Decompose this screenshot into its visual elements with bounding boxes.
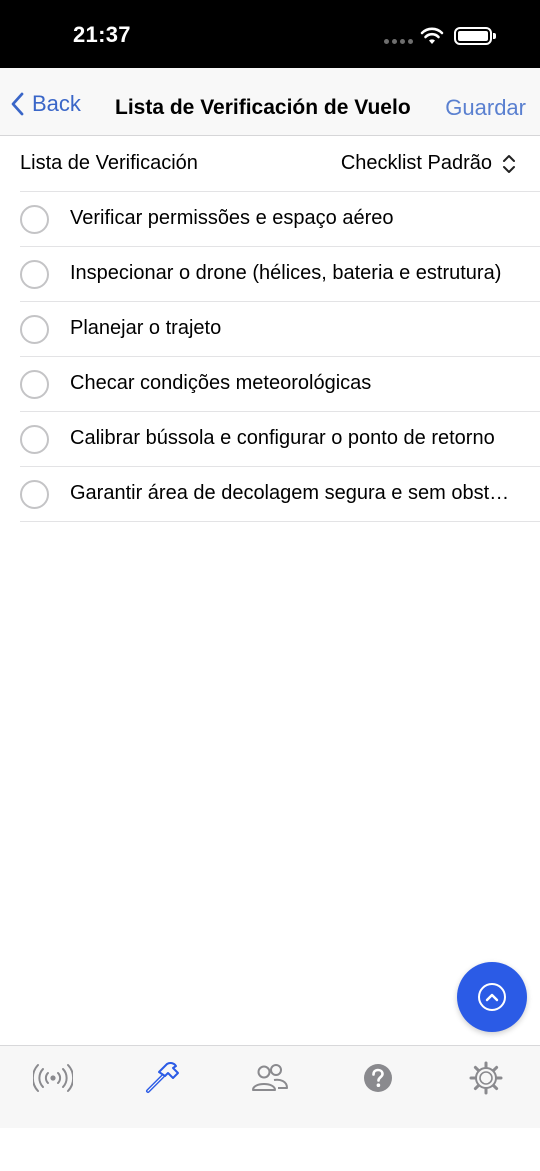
gear-icon — [469, 1061, 503, 1095]
checklist-item-text: Verificar permissões e espaço aéreo — [70, 207, 394, 229]
scroll-to-top-button[interactable] — [457, 962, 527, 1032]
checkbox-circle-icon[interactable] — [20, 425, 49, 454]
chevron-up-down-icon — [503, 154, 515, 173]
checklist-picker-value: Checklist Padrão — [340, 152, 492, 174]
checkbox-circle-icon[interactable] — [20, 260, 49, 289]
tab-broadcast[interactable] — [31, 1060, 75, 1096]
broadcast-icon — [33, 1064, 73, 1092]
checklist-item-text: Inspecionar o drone (hélices, bateria e … — [70, 262, 502, 284]
chevron-up-icon — [478, 983, 506, 1011]
back-label: Back — [32, 91, 81, 116]
checklist-item[interactable]: Checar condições meteorológicas — [20, 357, 540, 412]
checklist-item-text: Garantir área de decolagem segura e sem … — [70, 482, 520, 504]
tab-bar — [0, 1045, 540, 1128]
status-time: 21:37 — [73, 22, 131, 47]
checkbox-circle-icon[interactable] — [20, 315, 49, 344]
hammer-icon — [146, 1061, 179, 1093]
checklist-item[interactable]: Calibrar bússola e configurar o ponto de… — [20, 412, 540, 467]
page-title: Lista de Verificación de Vuelo — [115, 96, 411, 119]
chevron-left-icon — [11, 92, 24, 116]
help-icon — [364, 1064, 392, 1092]
home-indicator-area — [0, 1128, 540, 1171]
checklist-item[interactable]: Inspecionar o drone (hélices, bateria e … — [20, 247, 540, 302]
checklist: Verificar permissões e espaço aéreo Insp… — [20, 192, 540, 522]
tab-settings[interactable] — [464, 1060, 508, 1096]
checklist-item[interactable]: Garantir área de decolagem segura e sem … — [20, 467, 540, 522]
checklist-item[interactable]: Planejar o trajeto — [20, 302, 540, 357]
checkbox-circle-icon[interactable] — [20, 370, 49, 399]
battery-icon — [454, 27, 496, 45]
checklist-item-text: Planejar o trajeto — [70, 317, 222, 339]
checkbox-circle-icon[interactable] — [20, 205, 49, 234]
people-icon — [252, 1064, 288, 1091]
signal-dots-icon — [384, 39, 413, 45]
tab-people[interactable] — [248, 1060, 292, 1096]
checklist-selector-label: Lista de Verificación — [20, 152, 198, 174]
tab-tools[interactable] — [140, 1060, 184, 1096]
navigation-bar: Back Lista de Verificación de Vuelo Guar… — [0, 68, 540, 136]
tab-help[interactable] — [356, 1060, 400, 1096]
checklist-item-text: Checar condições meteorológicas — [70, 372, 372, 394]
status-bar: 21:37 — [0, 0, 540, 68]
save-button[interactable]: Guardar — [445, 95, 526, 121]
wifi-icon — [420, 27, 444, 44]
checklist-item[interactable]: Verificar permissões e espaço aéreo — [20, 192, 540, 247]
checkbox-circle-icon[interactable] — [20, 480, 49, 509]
checklist-item-text: Calibrar bússola e configurar o ponto de… — [70, 427, 495, 449]
back-button[interactable]: Back — [10, 90, 81, 118]
checklist-picker[interactable]: Checklist Padrão — [341, 152, 516, 175]
checklist-selector-row: Lista de Verificación Checklist Padrão — [20, 136, 540, 192]
